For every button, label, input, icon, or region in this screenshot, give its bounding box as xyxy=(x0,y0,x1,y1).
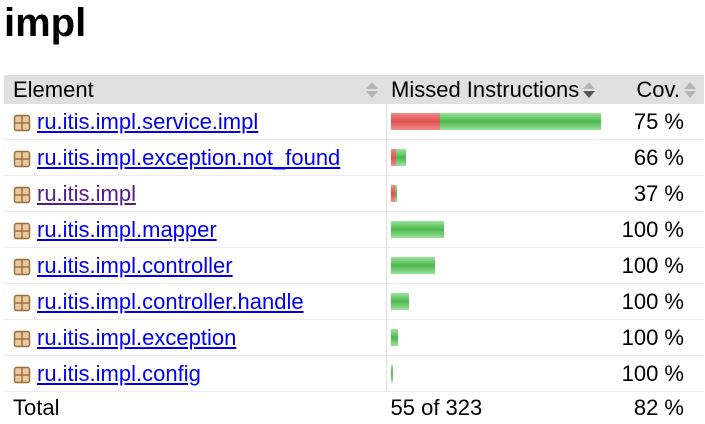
covered-bar-segment xyxy=(395,185,397,202)
table-row: ru.itis.impl.controller 100 % xyxy=(4,247,704,284)
missed-bar-cell xyxy=(386,104,619,140)
package-icon xyxy=(13,294,31,311)
coverage-bar xyxy=(391,365,619,382)
page-title: impl xyxy=(4,1,87,45)
sort-arrows-icon xyxy=(366,81,378,98)
table-header-row: Element Missed Instructions Cov. xyxy=(4,75,704,104)
package-link[interactable]: ru.itis.impl.mapper xyxy=(37,217,217,242)
package-link[interactable]: ru.itis.impl xyxy=(37,181,136,206)
coverage-percent: 100 % xyxy=(619,247,704,284)
table-row: ru.itis.impl.controller.handle 100 % xyxy=(4,283,704,320)
table-row: ru.itis.impl 37 % xyxy=(4,175,704,212)
missed-bar-cell xyxy=(386,175,619,212)
element-cell: ru.itis.impl.exception.not_found xyxy=(4,139,387,176)
coverage-table: Element Missed Instructions Cov. ru.itis… xyxy=(4,75,704,424)
column-header-missed-label: Missed Instructions xyxy=(391,76,580,102)
package-link[interactable]: ru.itis.impl.controller.handle xyxy=(37,289,304,314)
coverage-bar xyxy=(391,257,619,274)
table-row: ru.itis.impl.exception.not_found 66 % xyxy=(4,139,704,176)
missed-bar-cell xyxy=(386,355,619,392)
coverage-percent: 75 % xyxy=(619,104,704,140)
package-icon xyxy=(13,114,31,131)
element-cell: ru.itis.impl.config xyxy=(4,355,387,392)
table-row: ru.itis.impl.mapper 100 % xyxy=(4,211,704,248)
coverage-bar xyxy=(391,293,619,310)
column-header-missed[interactable]: Missed Instructions xyxy=(386,75,619,104)
column-header-element-label: Element xyxy=(13,76,94,102)
covered-bar-segment xyxy=(391,365,393,382)
coverage-bar xyxy=(391,185,619,202)
coverage-percent: 100 % xyxy=(619,211,704,248)
missed-bar-cell xyxy=(386,247,619,284)
coverage-percent: 100 % xyxy=(619,319,704,356)
missed-bar-cell xyxy=(386,211,619,248)
table-row: ru.itis.impl.exception 100 % xyxy=(4,319,704,356)
element-cell: ru.itis.impl.mapper xyxy=(4,211,387,248)
covered-bar-segment xyxy=(391,257,435,274)
covered-bar-segment xyxy=(391,221,444,238)
package-link[interactable]: ru.itis.impl.config xyxy=(37,361,201,386)
covered-bar-segment xyxy=(391,329,398,346)
coverage-bar xyxy=(391,113,619,130)
coverage-percent: 37 % xyxy=(619,175,704,212)
element-cell: ru.itis.impl.service.impl xyxy=(4,104,387,140)
coverage-percent: 66 % xyxy=(619,139,704,176)
table-row: ru.itis.impl.service.impl 75 % xyxy=(4,104,704,140)
coverage-bar xyxy=(391,329,619,346)
column-header-element[interactable]: Element xyxy=(4,75,387,104)
package-link[interactable]: ru.itis.impl.exception xyxy=(37,325,236,350)
package-icon xyxy=(13,150,31,167)
missed-bar-cell xyxy=(386,139,619,176)
package-icon xyxy=(13,330,31,347)
package-link[interactable]: ru.itis.impl.exception.not_found xyxy=(37,145,340,170)
total-missed: 55 of 323 xyxy=(390,395,483,420)
covered-bar-segment xyxy=(440,113,601,130)
missed-bar-cell xyxy=(386,283,619,320)
table-row: ru.itis.impl.config 100 % xyxy=(4,355,704,392)
coverage-bar xyxy=(391,221,619,238)
covered-bar-segment xyxy=(396,149,406,166)
covered-bar-segment xyxy=(391,293,409,310)
package-icon xyxy=(13,186,31,203)
package-icon xyxy=(13,366,31,383)
total-cov: 82 % xyxy=(633,395,684,420)
element-cell: ru.itis.impl.exception xyxy=(4,319,387,356)
package-link[interactable]: ru.itis.impl.controller xyxy=(37,253,233,278)
coverage-percent: 100 % xyxy=(619,283,704,320)
element-cell: ru.itis.impl xyxy=(4,175,387,212)
sort-arrows-icon xyxy=(583,81,596,98)
package-icon xyxy=(13,258,31,275)
package-link[interactable]: ru.itis.impl.service.impl xyxy=(37,109,258,134)
element-cell: ru.itis.impl.controller.handle xyxy=(4,283,387,320)
coverage-bar xyxy=(391,149,619,166)
sort-arrows-icon xyxy=(684,81,696,98)
package-icon xyxy=(13,222,31,239)
total-row: Total 55 of 323 82 % xyxy=(4,392,704,424)
missed-bar-segment xyxy=(391,113,440,130)
column-header-cov[interactable]: Cov. xyxy=(619,75,704,104)
column-header-cov-label: Cov. xyxy=(636,76,680,102)
coverage-percent: 100 % xyxy=(619,355,704,392)
total-label: Total xyxy=(13,395,60,420)
missed-bar-cell xyxy=(386,319,619,356)
element-cell: ru.itis.impl.controller xyxy=(4,247,387,284)
